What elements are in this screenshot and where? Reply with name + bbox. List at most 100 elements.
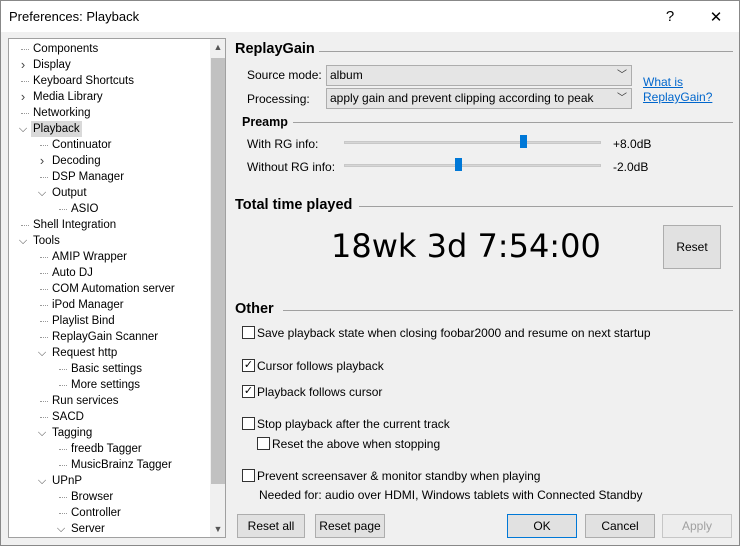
cursor-follows-label: Cursor follows playback xyxy=(257,359,384,373)
with-rg-slider-thumb[interactable] xyxy=(520,135,527,148)
tree-item[interactable]: Basic settings xyxy=(9,361,209,377)
without-rg-slider[interactable] xyxy=(344,164,601,167)
tree-item[interactable]: ⌵ Server xyxy=(9,521,209,537)
tree-item[interactable]: MusicBrainz Tagger xyxy=(9,457,209,473)
expand-chevron-icon[interactable]: ⌵ xyxy=(18,233,28,249)
tree-scrollbar[interactable]: ▲ ▼ xyxy=(210,39,225,537)
tree-item[interactable]: AMIP Wrapper xyxy=(9,249,209,265)
tree-connector xyxy=(21,225,29,226)
tree-item[interactable]: ⌵ Request http xyxy=(9,345,209,361)
cursor-follows-checkbox[interactable]: ✓ xyxy=(242,359,255,372)
window-title: Preferences: Playback xyxy=(9,9,140,24)
processing-select[interactable]: apply gain and prevent clipping accordin… xyxy=(326,88,632,109)
tree-item-label: Keyboard Shortcuts xyxy=(33,75,135,87)
stop-after-checkbox[interactable] xyxy=(242,417,255,430)
tree-connector xyxy=(40,289,48,290)
tree-item[interactable]: COM Automation server xyxy=(9,281,209,297)
tree-item[interactable]: ⌵ Tagging xyxy=(9,425,209,441)
stop-after-label: Stop playback after the current track xyxy=(257,417,450,431)
without-rg-slider-thumb[interactable] xyxy=(455,158,462,171)
preferences-tree[interactable]: Components › Display Keyboard Shortcuts › Med… xyxy=(8,38,226,538)
tree-connector xyxy=(59,513,67,514)
tree-item[interactable]: Continuator xyxy=(9,137,209,153)
tree-connector xyxy=(40,273,48,274)
tree-item[interactable]: Keyboard Shortcuts xyxy=(9,73,209,89)
tree-item[interactable]: Components xyxy=(9,41,209,57)
scroll-down-icon[interactable]: ▼ xyxy=(210,521,225,537)
what-is-replaygain-link[interactable]: What is ReplayGain? xyxy=(643,75,712,105)
tree-item[interactable]: ASIO xyxy=(9,201,209,217)
tree-item[interactable]: ⌵ Output xyxy=(9,185,209,201)
expand-chevron-icon[interactable]: ⌵ xyxy=(37,473,47,489)
tree-item[interactable]: Playlist Bind xyxy=(9,313,209,329)
tree-item[interactable]: ⌵ UPnP xyxy=(9,473,209,489)
tree-item[interactable]: › Display xyxy=(9,57,209,73)
reset-page-button[interactable]: Reset page xyxy=(315,514,385,538)
expand-chevron-icon[interactable]: ⌵ xyxy=(37,425,47,441)
check-icon: ✓ xyxy=(243,385,254,397)
close-button[interactable]: ✕ xyxy=(693,1,739,32)
total-time-divider xyxy=(359,206,733,207)
tree-item[interactable]: › Media Library xyxy=(9,89,209,105)
title-bar: Preferences: Playback ? ✕ xyxy=(1,1,739,32)
source-mode-select[interactable]: album ﹀ xyxy=(326,65,632,86)
tree-connector xyxy=(59,209,67,210)
tree-item-label: ASIO xyxy=(71,203,99,215)
tree-item[interactable]: Browser xyxy=(9,489,209,505)
replaygain-heading: ReplayGain xyxy=(235,41,315,57)
help-button[interactable]: ? xyxy=(647,1,693,32)
with-rg-label: With RG info: xyxy=(247,137,319,151)
prevent-screensaver-checkbox[interactable] xyxy=(242,469,255,482)
ok-button[interactable]: OK xyxy=(507,514,577,538)
tree-item[interactable]: Run services xyxy=(9,393,209,409)
expand-chevron-icon[interactable]: ⌵ xyxy=(37,185,47,201)
tree-item[interactable]: iPod Manager xyxy=(9,297,209,313)
with-rg-slider[interactable] xyxy=(344,141,601,144)
tree-connector xyxy=(40,305,48,306)
save-state-checkbox[interactable] xyxy=(242,326,255,339)
tree-item[interactable]: freedb Tagger xyxy=(9,441,209,457)
prevent-screensaver-label: Prevent screensaver & monitor standby wh… xyxy=(257,469,541,483)
collapse-chevron-icon[interactable]: › xyxy=(37,153,47,169)
tree-item[interactable]: Auto DJ xyxy=(9,265,209,281)
tree-item[interactable]: ⌵ Playback xyxy=(9,121,209,137)
chevron-down-icon: ﹀ xyxy=(617,93,627,104)
tree-connector xyxy=(59,385,67,386)
tree-item-label: freedb Tagger xyxy=(71,443,142,455)
cancel-button[interactable]: Cancel xyxy=(585,514,655,538)
collapse-chevron-icon[interactable]: › xyxy=(18,89,28,105)
playback-follows-checkbox[interactable]: ✓ xyxy=(242,385,255,398)
tree-item-label: Browser xyxy=(71,491,114,503)
tree-item[interactable]: More settings xyxy=(9,377,209,393)
tree-item[interactable]: › Decoding xyxy=(9,153,209,169)
with-rg-value: +8.0dB xyxy=(613,137,652,151)
tree-connector xyxy=(21,113,29,114)
apply-button[interactable]: Apply xyxy=(662,514,732,538)
reset-time-button[interactable]: Reset xyxy=(663,225,721,269)
other-divider xyxy=(283,310,733,311)
reset-above-checkbox[interactable] xyxy=(257,437,270,450)
collapse-chevron-icon[interactable]: › xyxy=(18,57,28,73)
playback-follows-label: Playback follows cursor xyxy=(257,385,383,399)
scroll-thumb[interactable] xyxy=(211,58,225,484)
source-mode-value: album xyxy=(330,68,363,82)
scroll-up-icon[interactable]: ▲ xyxy=(210,39,225,55)
tree-item[interactable]: SACD xyxy=(9,409,209,425)
reset-all-button[interactable]: Reset all xyxy=(237,514,305,538)
tree-item-label: Request http xyxy=(52,347,118,359)
tree-connector xyxy=(40,337,48,338)
tree-item[interactable]: Controller xyxy=(9,505,209,521)
expand-chevron-icon[interactable]: ⌵ xyxy=(56,521,66,537)
tree-item-label: DSP Manager xyxy=(52,171,125,183)
tree-item-label: Components xyxy=(33,43,99,55)
tree-item[interactable]: ReplayGain Scanner xyxy=(9,329,209,345)
processing-value: apply gain and prevent clipping accordin… xyxy=(330,91,594,105)
expand-chevron-icon[interactable]: ⌵ xyxy=(37,345,47,361)
tree-connector xyxy=(59,369,67,370)
tree-item[interactable]: DSP Manager xyxy=(9,169,209,185)
tree-item-label: iPod Manager xyxy=(52,299,124,311)
tree-item[interactable]: Shell Integration xyxy=(9,217,209,233)
tree-item[interactable]: Networking xyxy=(9,105,209,121)
expand-chevron-icon[interactable]: ⌵ xyxy=(18,121,28,137)
tree-item[interactable]: ⌵ Tools xyxy=(9,233,209,249)
